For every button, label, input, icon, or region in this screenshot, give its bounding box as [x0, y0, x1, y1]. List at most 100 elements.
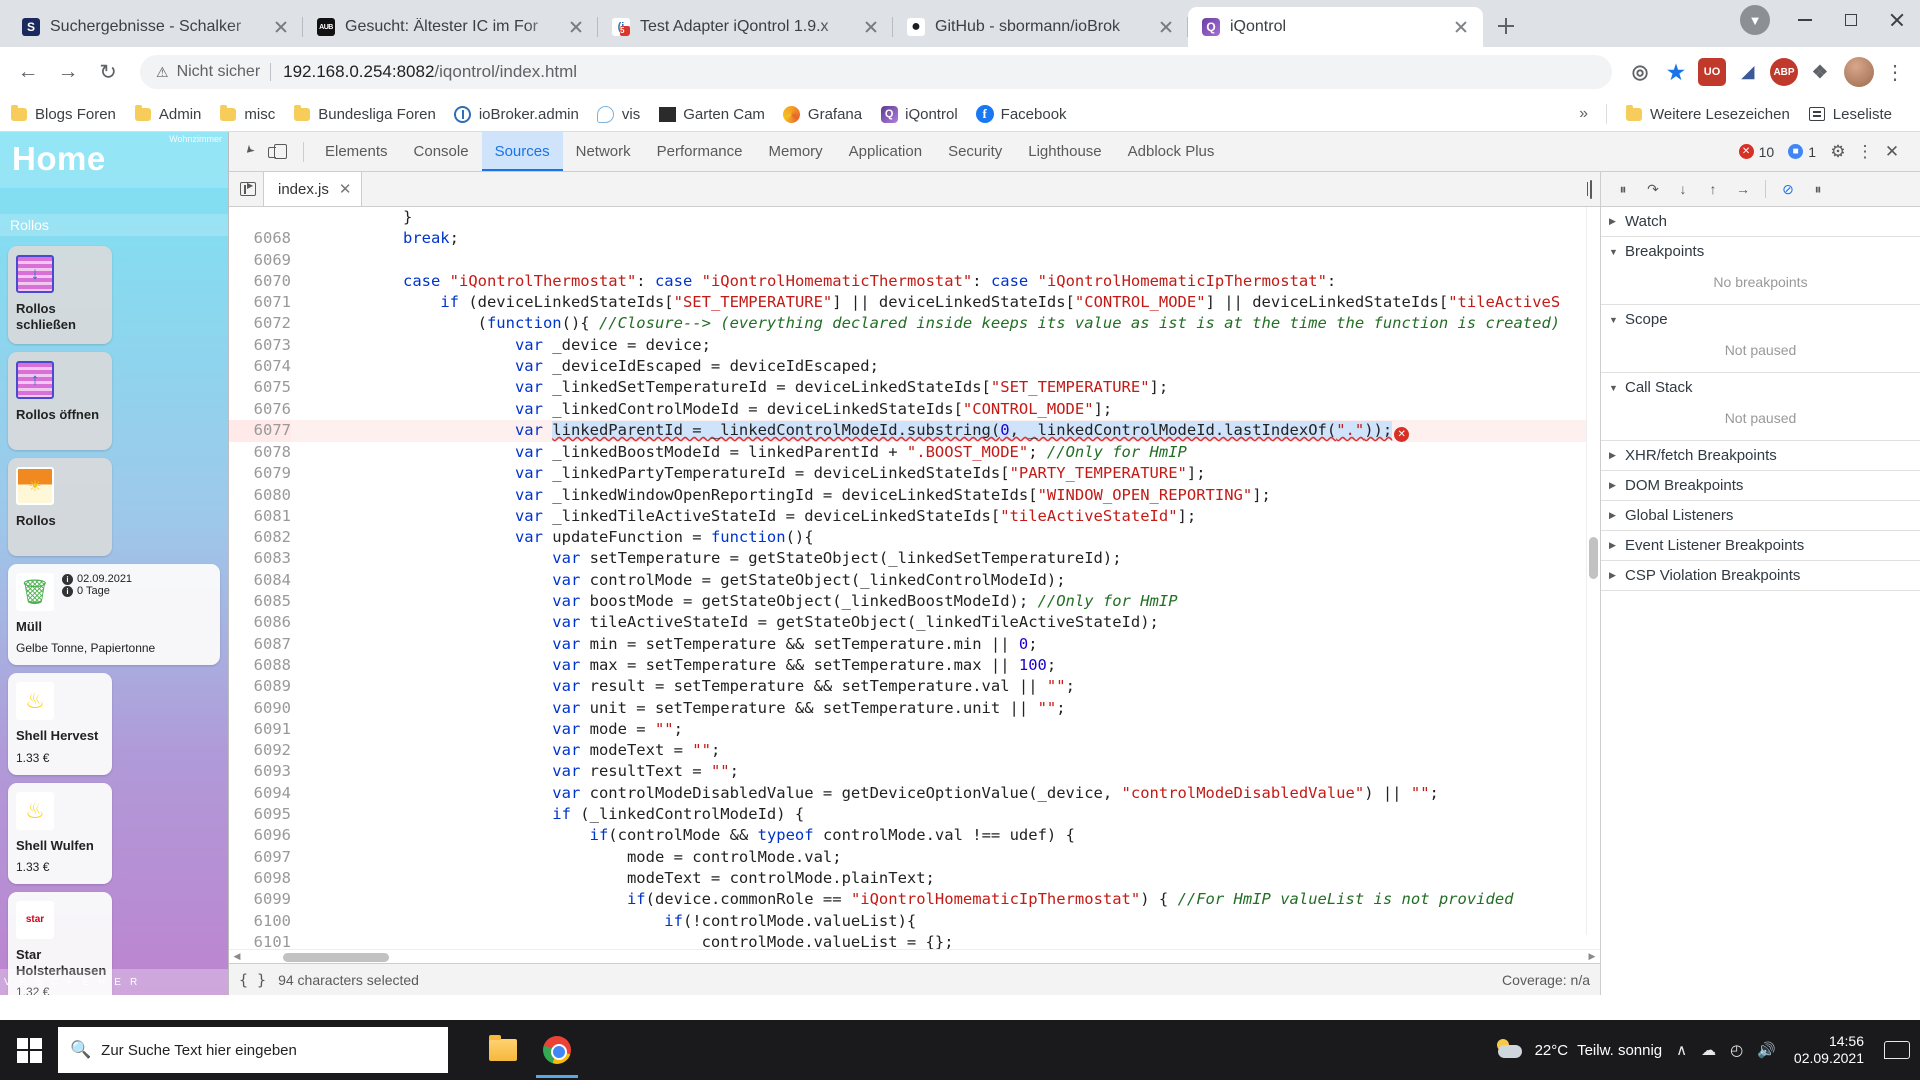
code-text[interactable]: break;: [291, 228, 1600, 249]
line-number[interactable]: 6078: [229, 441, 291, 464]
pane-dom-breakpoints[interactable]: ▶ DOM Breakpoints: [1601, 471, 1920, 501]
bookmark-item[interactable]: Q iQontrol: [880, 105, 958, 123]
step-out-button[interactable]: ↑: [1699, 176, 1727, 202]
bookmark-item[interactable]: Bundesliga Foren: [293, 104, 436, 123]
code-line[interactable]: 6098 modeText = controlMode.plainText;: [229, 867, 1600, 890]
pause-button[interactable]: ⏸: [1609, 176, 1637, 202]
code-line[interactable]: }: [229, 207, 1600, 229]
line-number[interactable]: 6075: [229, 377, 291, 399]
show-hidden-icons[interactable]: ∧: [1676, 1041, 1687, 1059]
scroll-left-icon[interactable]: ◀: [229, 951, 245, 962]
code-line[interactable]: 6070 case "iQontrolThermostat": case "iQ…: [229, 270, 1600, 293]
line-number[interactable]: 6100: [229, 910, 291, 932]
code-line[interactable]: 6078 var _linkedBoostModeId = linkedPare…: [229, 441, 1600, 464]
file-tab-index-js[interactable]: index.js ✕: [263, 172, 363, 206]
code-text[interactable]: var _linkedControlModeId = deviceLinkedS…: [291, 399, 1600, 420]
close-window-button[interactable]: [1874, 0, 1920, 40]
code-text[interactable]: [291, 250, 1600, 271]
inspect-element-icon[interactable]: [235, 138, 265, 166]
chrome-icon[interactable]: [536, 1033, 578, 1078]
code-line[interactable]: 6069: [229, 249, 1600, 271]
code-text[interactable]: var _linkedPartyTemperatureId = deviceLi…: [291, 463, 1600, 484]
code-text[interactable]: var unit = setTemperature && setTemperat…: [291, 698, 1600, 719]
code-line[interactable]: 6085 var boostMode = getStateObject(_lin…: [229, 591, 1600, 613]
pane-header[interactable]: ▼ Scope: [1601, 305, 1920, 334]
bookmark-item[interactable]: Grafana: [783, 105, 862, 123]
code-line[interactable]: 6091 var mode = "";: [229, 718, 1600, 741]
code-line[interactable]: 6086 var tileActiveStateId = getStateObj…: [229, 612, 1600, 634]
network-icon[interactable]: ◴: [1730, 1041, 1743, 1059]
volume-icon[interactable]: 🔊: [1757, 1041, 1776, 1059]
bookmark-item[interactable]: misc: [219, 104, 275, 123]
close-icon[interactable]: ✕: [1878, 142, 1906, 162]
code-line[interactable]: 6076 var _linkedControlModeId = deviceLi…: [229, 398, 1600, 420]
tab-close-icon[interactable]: [859, 15, 883, 39]
reload-button[interactable]: ↻: [90, 54, 126, 90]
bookmark-item[interactable]: Garten Cam: [658, 105, 765, 123]
scrollbar-thumb[interactable]: [283, 952, 389, 962]
code-line[interactable]: 6075 var _linkedSetTemperatureId = devic…: [229, 377, 1600, 399]
code-text[interactable]: var _linkedBoostModeId = linkedParentId …: [291, 442, 1600, 463]
line-number[interactable]: 6072: [229, 313, 291, 335]
code-text[interactable]: var mode = "";: [291, 719, 1600, 740]
message-count-badge[interactable]: ■ 1: [1782, 144, 1822, 160]
pause-on-exceptions-button[interactable]: ⏸: [1804, 176, 1832, 202]
clock[interactable]: 14:56 02.09.2021: [1790, 1033, 1864, 1068]
bookmark-item[interactable]: vis: [597, 105, 640, 123]
bookmark-item[interactable]: Blogs Foren: [10, 104, 116, 123]
code-text[interactable]: var boostMode = getStateObject(_linkedBo…: [291, 591, 1600, 612]
pane-csp-violation-breakpoints[interactable]: ▶ CSP Violation Breakpoints: [1601, 561, 1920, 591]
line-number[interactable]: 6071: [229, 292, 291, 314]
code-line[interactable]: 6080 var _linkedWindowOpenReportingId = …: [229, 484, 1600, 506]
show-navigator-icon[interactable]: [233, 176, 263, 202]
browser-tab[interactable]: AUB Gesucht: Ältester IC im For: [303, 7, 598, 47]
vertical-scrollbar[interactable]: [1586, 207, 1600, 935]
line-number[interactable]: 6090: [229, 697, 291, 719]
line-number[interactable]: 6101: [229, 931, 291, 949]
tab-application[interactable]: Application: [836, 132, 935, 171]
code-line[interactable]: 6077 var linkedParentId = _linkedControl…: [229, 419, 1600, 442]
code-text[interactable]: if(device.commonRole == "iQontrolHomemat…: [291, 889, 1600, 910]
line-number[interactable]: 6073: [229, 334, 291, 357]
line-number[interactable]: 6095: [229, 804, 291, 826]
tab-lighthouse[interactable]: Lighthouse: [1015, 132, 1114, 171]
pane-header[interactable]: ▶ DOM Breakpoints: [1601, 471, 1920, 500]
code-line[interactable]: 6092 var modeText = "";: [229, 740, 1600, 762]
line-number[interactable]: 6069: [229, 249, 291, 271]
bottom-item[interactable]: S: [35, 977, 42, 988]
code-text[interactable]: if(!controlMode.valueList){: [291, 911, 1600, 932]
code-text[interactable]: var controlMode = getStateObject(_linked…: [291, 570, 1600, 591]
code-line[interactable]: 6082 var updateFunction = function(){: [229, 527, 1600, 549]
code-line[interactable]: 6099 if(device.commonRole == "iQontrolHo…: [229, 889, 1600, 911]
scroll-right-icon[interactable]: ▶: [1584, 951, 1600, 962]
other-bookmarks-folder[interactable]: Weitere Lesezeichen: [1625, 104, 1790, 123]
tile-shell-hervest[interactable]: ♨ Shell Hervest 1.33 €: [8, 673, 112, 775]
line-number[interactable]: 6087: [229, 633, 291, 655]
tile-rollos-oeffnen[interactable]: ↑ Rollos öffnen: [8, 352, 112, 450]
windows-start-icon[interactable]: [0, 1020, 58, 1080]
new-tab-button[interactable]: [1489, 9, 1523, 43]
code-text[interactable]: var modeText = "";: [291, 740, 1600, 761]
code-line[interactable]: 6079 var _linkedPartyTemperatureId = dev…: [229, 463, 1600, 485]
tab-close-icon[interactable]: [564, 15, 588, 39]
tab-security[interactable]: Security: [935, 132, 1015, 171]
code-line[interactable]: 6084 var controlMode = getStateObject(_l…: [229, 569, 1600, 592]
line-number[interactable]: 6084: [229, 569, 291, 592]
code-text[interactable]: controlMode.valueList = {};: [291, 932, 1600, 949]
browser-tab[interactable]: ● GitHub - sbormann/ioBrok: [893, 7, 1188, 47]
line-number[interactable]: 6068: [229, 228, 291, 250]
pane-global-listeners[interactable]: ▶ Global Listeners: [1601, 501, 1920, 531]
code-text[interactable]: modeText = controlMode.plainText;: [291, 868, 1600, 889]
line-number[interactable]: 6083: [229, 548, 291, 570]
tab-elements[interactable]: Elements: [312, 132, 401, 171]
line-number[interactable]: 6091: [229, 718, 291, 741]
flag-extension-icon[interactable]: ◢: [1734, 58, 1762, 86]
line-number[interactable]: 6081: [229, 505, 291, 528]
pane-header[interactable]: ▶ Event Listener Breakpoints: [1601, 531, 1920, 560]
line-number[interactable]: 6094: [229, 782, 291, 805]
file-explorer-icon[interactable]: [486, 1033, 520, 1067]
bookmark-item[interactable]: ioBroker.admin: [454, 105, 579, 123]
tile-rollos-schliessen[interactable]: ↓ Rollos schließen: [8, 246, 112, 344]
device-toolbar-icon[interactable]: [265, 138, 295, 166]
pane-watch[interactable]: ▶ Watch: [1601, 207, 1920, 237]
